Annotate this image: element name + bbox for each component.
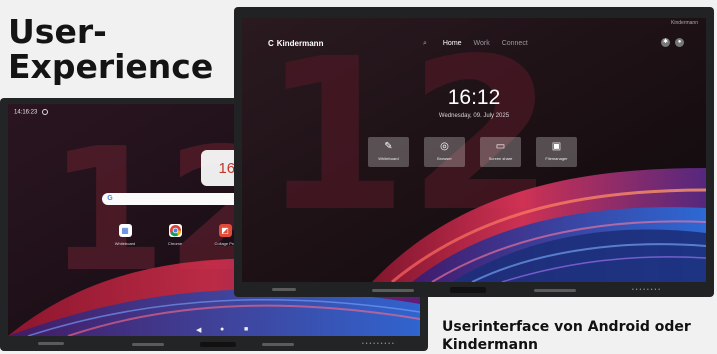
google-icon: G (107, 195, 113, 202)
android-display-bezel: ••••••••• (0, 336, 428, 351)
globe-icon: ◎ (440, 141, 449, 152)
home-date: Wednesday, 09. July 2025 (438, 113, 510, 119)
tile-label: Whiteboard (378, 156, 399, 161)
back-icon[interactable]: ◀ (196, 326, 201, 334)
tile-filemanager[interactable]: ▣ Filemanager (536, 137, 577, 167)
settings-icon (42, 109, 49, 115)
kindermann-logo-text: Kindermann (276, 39, 324, 48)
caption: Userinterface von Android oder Kinderman… (442, 319, 691, 353)
app-label: Chrome (167, 241, 183, 246)
folder-icon: ▣ (551, 141, 562, 152)
google-search-bar[interactable]: G (102, 193, 252, 205)
home-clock: 16:12 (447, 86, 501, 109)
tile-browser[interactable]: ◎ Browser (424, 137, 465, 167)
android-status-time: 14:16:23 (14, 109, 38, 116)
whiteboard-icon: ▦ (118, 224, 132, 237)
kindermann-screen: 12 Kindermann C Kindermann ⌕ Home Work Co… (242, 18, 706, 282)
tile-whiteboard[interactable]: ✎ Whiteboard (368, 137, 409, 167)
pen-icon: ✎ (384, 141, 393, 152)
gallery-icon: ◩ (218, 224, 232, 237)
kindermann-wallpaper: 12 (242, 18, 706, 282)
front-buttons: ••••••••• (362, 341, 396, 347)
settings-icon[interactable]: ✱ (661, 38, 670, 47)
headline-line-2: Experience (8, 47, 214, 86)
corner-brand: Kindermann (671, 20, 698, 26)
nav-connect[interactable]: Connect (502, 40, 528, 47)
speaker-grille (372, 289, 414, 292)
tile-label: Filemanager (545, 156, 568, 161)
cast-icon: ▭ (495, 141, 506, 152)
kindermann-display: 12 Kindermann C Kindermann ⌕ Home Work Co… (234, 7, 714, 297)
tile-label: Screen share (488, 156, 513, 161)
headline-line-1: User- (8, 12, 107, 51)
search-icon[interactable]: ⌕ (423, 40, 427, 47)
speaker-grille (262, 343, 294, 346)
front-ports (38, 342, 64, 345)
app-whiteboard[interactable]: ▦ Whiteboard (105, 224, 145, 246)
nav-work[interactable]: Work (474, 40, 490, 47)
profile-icon[interactable]: ● (675, 38, 684, 47)
speaker-grille (132, 343, 164, 346)
headline: User- Experience (8, 14, 213, 84)
app-label: Whiteboard (114, 241, 136, 246)
app-chrome[interactable]: Chrome (155, 224, 195, 246)
main-nav: ⌕ Home Work Connect (423, 40, 538, 48)
tile-screen-share[interactable]: ▭ Screen share (480, 137, 521, 167)
camera-bar (200, 342, 236, 347)
speaker-grille (534, 289, 576, 292)
chrome-icon (168, 224, 182, 237)
home-icon[interactable]: ● (220, 326, 224, 333)
nav-home[interactable]: Home (443, 40, 462, 47)
tile-label: Browser (437, 156, 452, 161)
kindermann-logo[interactable]: C Kindermann (268, 39, 323, 48)
front-ports (272, 288, 296, 291)
kindermann-logo-icon: C (268, 39, 274, 48)
recents-icon[interactable]: ■ (244, 326, 248, 333)
front-buttons: •••••••• (632, 287, 663, 293)
kindermann-display-bezel: •••••••• (234, 282, 714, 297)
android-status-bar: 14:16:23 (14, 109, 49, 116)
camera-bar (450, 287, 486, 293)
